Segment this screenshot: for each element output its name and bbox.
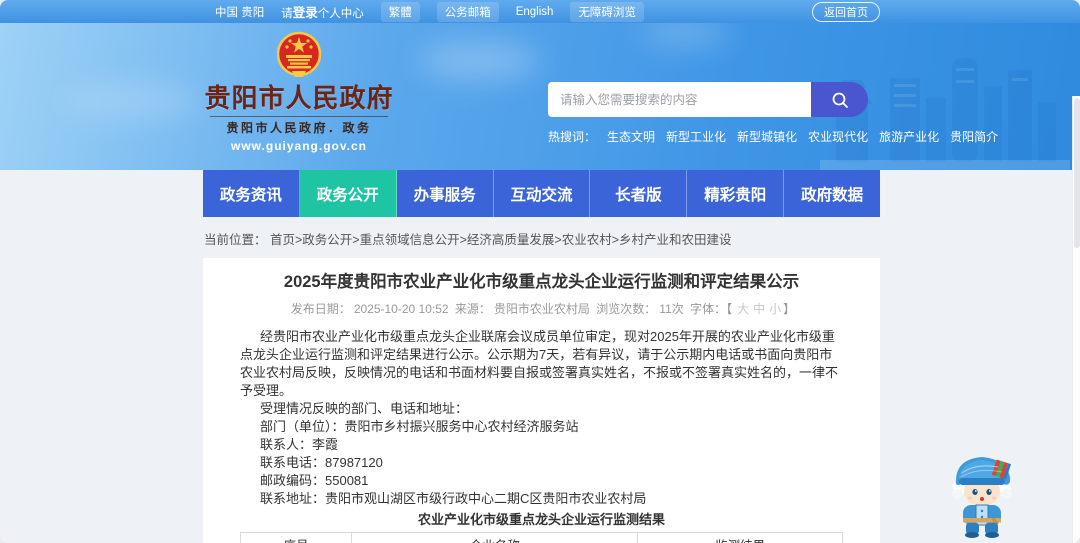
hot-search-label: 热搜词：: [548, 130, 597, 144]
nav-item-zhengfu-shuju[interactable]: 政府数据: [784, 170, 881, 217]
publish-date-label: 发布日期：: [290, 302, 351, 316]
views-value: 11次: [659, 302, 684, 316]
divider: [210, 116, 388, 117]
source-label: 来源：: [454, 302, 491, 316]
nav-item-jingcai-guiyang[interactable]: 精彩贵阳: [687, 170, 785, 217]
article-paragraph: 联系人：李霞: [260, 437, 339, 452]
views-label: 浏览次数：: [596, 302, 657, 316]
main-navigation: 政务资讯 政务公开 办事服务 互动交流 长者版 精彩贵阳 政府数据: [203, 170, 881, 217]
hot-search-item[interactable]: 农业现代化: [808, 128, 868, 145]
hot-search-row: 热搜词： 生态文明 新型工业化 新型城镇化 农业现代化 旅游产业化 贵阳简介: [548, 128, 998, 145]
english-link[interactable]: English: [516, 6, 554, 18]
site-url: www.guiyang.gov.cn: [230, 139, 367, 153]
cloud-decoration: [60, 83, 200, 119]
nav-item-hudong-jiaoliu[interactable]: 互动交流: [493, 170, 591, 217]
cloud-decoration: [420, 41, 540, 81]
traditional-chinese-link[interactable]: 繁體: [380, 1, 420, 22]
font-size-bracket-close: 】: [783, 302, 796, 316]
nav-item-zhengwu-zixun[interactable]: 政务资讯: [203, 170, 300, 217]
article-body: 经贵阳市农业产业化市级重点龙头企业联席会议成员单位审定，现对2025年开展的农业…: [240, 328, 843, 508]
back-to-home-button[interactable]: 返回首页: [812, 1, 880, 22]
hot-search-item[interactable]: 新型城镇化: [737, 128, 797, 145]
hot-search-item[interactable]: 新型工业化: [666, 128, 726, 145]
table-caption: 农业产业化市级重点龙头企业运行监测结果: [417, 512, 665, 527]
font-size-medium[interactable]: 中: [753, 302, 765, 316]
font-size-label: 字体：【: [690, 302, 733, 316]
nav-item-zhengwu-gongkai[interactable]: 政务公开: [299, 170, 397, 217]
hot-search-item[interactable]: 贵阳简介: [950, 128, 998, 145]
monitoring-result-table: 序号 企业名称 监测结果 1 贵州合力超市采购有限公司 合格 2 贵州友禾种业有…: [239, 532, 843, 543]
login-suffix: 个人中心: [317, 8, 364, 20]
accessibility-link[interactable]: 无障碍浏览: [570, 1, 644, 22]
site-subtitle: 贵阳市人民政府．政务: [226, 121, 372, 135]
article-paragraph: 联系地址：贵阳市观山湖区市级行政中心二期C区贵阳市农业农村局: [260, 491, 647, 506]
site-title: 贵阳市人民政府: [204, 83, 394, 113]
nav-item-banshi-fuwu[interactable]: 办事服务: [396, 170, 494, 217]
article-paragraph: 部门（单位）：贵阳市乡村振兴服务中心农村经济服务站: [260, 419, 579, 434]
site-header: 贵阳市人民政府 贵阳市人民政府．政务 www.guiyang.gov.cn 热搜…: [0, 23, 1080, 170]
scrollbar-handle[interactable]: [1074, 98, 1080, 248]
font-size-large[interactable]: 大: [737, 302, 749, 316]
region-link[interactable]: 中国 贵阳: [215, 4, 264, 20]
official-mail-link[interactable]: 公务邮箱: [436, 1, 499, 22]
source-value: 贵阳市农业农村局: [493, 302, 590, 316]
page-scrollbar[interactable]: [1072, 96, 1080, 543]
login-link[interactable]: 请登录个人中心: [281, 2, 364, 21]
site-logo[interactable]: 贵阳市人民政府 贵阳市人民政府．政务 www.guiyang.gov.cn: [203, 31, 395, 155]
article-paragraph: 联系电话：87987120: [260, 455, 383, 470]
article-paragraph: 经贵阳市农业产业化市级重点龙头企业联席会议成员单位审定，现对2025年开展的农业…: [240, 329, 839, 398]
hot-search-item[interactable]: 旅游产业化: [879, 128, 939, 145]
article-paragraph: 邮政编码：550081: [260, 473, 369, 488]
search-input[interactable]: [548, 82, 811, 117]
article-title: 2025年度贵阳市农业产业化市级重点龙头企业运行监测和评定结果公示: [283, 273, 800, 291]
breadcrumb: 当前位置： 首页>政务公开>重点领域信息公开>经济高质量发展>农业农村>乡村产业…: [203, 217, 880, 258]
login-bold: 登录: [292, 6, 318, 20]
breadcrumb-trail[interactable]: 首页>政务公开>重点领域信息公开>经济高质量发展>农业农村>乡村产业和农田建设: [270, 233, 732, 247]
nav-item-zhangzheban[interactable]: 长者版: [590, 170, 688, 217]
article-meta: 发布日期： 2025-10-20 10:52 来源： 贵阳市农业农村局 浏览次数： 1…: [240, 301, 843, 317]
article-paragraph: 受理情况反映的部门、电话和地址：: [260, 401, 469, 416]
browser-page: 中国 贵阳 请登录个人中心 繁體 公务邮箱 English 无障碍浏览 返回首页: [0, 0, 1080, 543]
search-button[interactable]: [811, 82, 868, 117]
breadcrumb-label: 当前位置：: [204, 233, 267, 247]
table-header-row: 序号 企业名称 监测结果: [239, 532, 843, 543]
column-header-index: 序号: [239, 532, 353, 543]
article-card: 2025年度贵阳市农业产业化市级重点龙头企业运行监测和评定结果公示 发布日期： 2…: [203, 258, 880, 543]
font-size-small[interactable]: 小: [769, 302, 781, 316]
column-header-result: 监测结果: [637, 532, 843, 543]
cloud-decoration: [640, 23, 730, 47]
publish-date: 2025-10-20 10:52: [353, 302, 449, 316]
mascot-character[interactable]: [946, 447, 1018, 539]
column-header-company: 企业名称: [351, 532, 639, 543]
national-emblem-icon: [277, 31, 321, 77]
search-area: 热搜词： 生态文明 新型工业化 新型城镇化 农业现代化 旅游产业化 贵阳简介: [548, 82, 998, 145]
login-prefix: 请: [281, 8, 293, 20]
top-utility-bar: 中国 贵阳 请登录个人中心 繁體 公务邮箱 English 无障碍浏览 返回首页: [0, 0, 1080, 23]
search-icon: [832, 92, 848, 108]
hot-search-item[interactable]: 生态文明: [607, 128, 655, 145]
